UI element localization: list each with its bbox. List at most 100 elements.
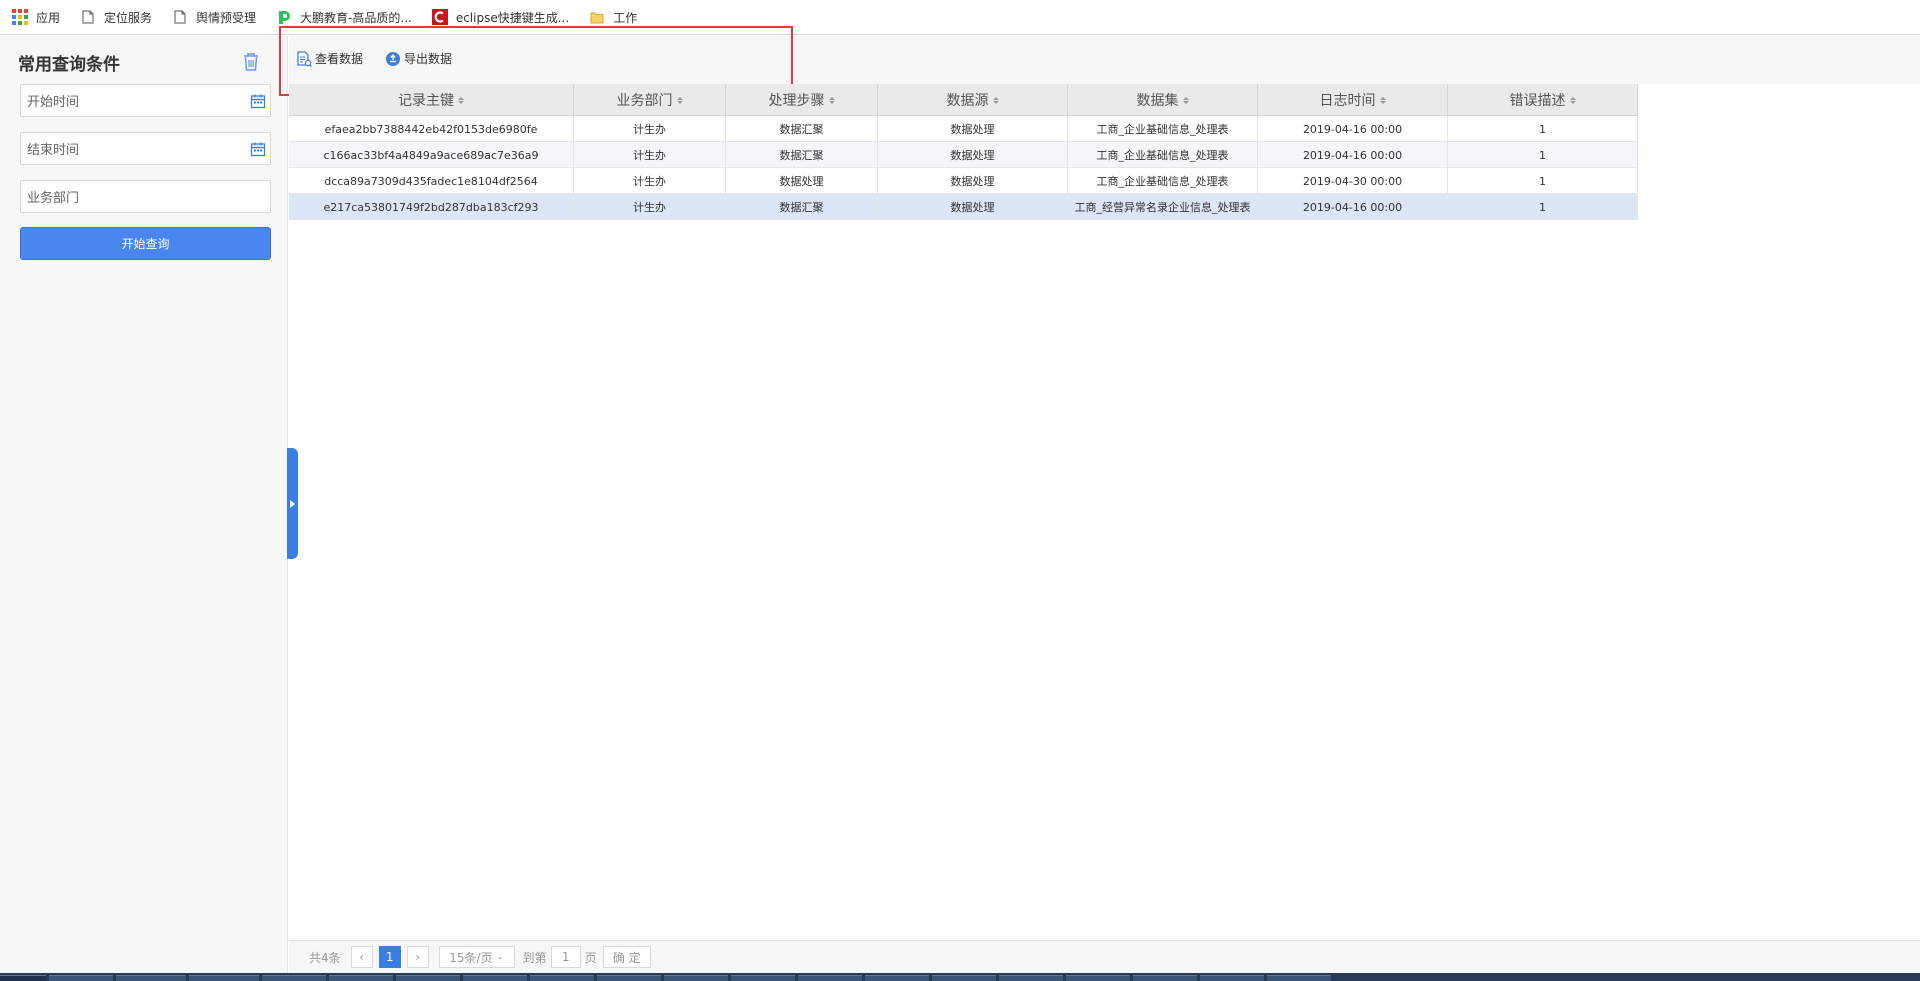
folder-icon (589, 9, 605, 25)
bookmark-label: eclipse快捷键生成... (455, 10, 570, 25)
page-size-value: 15条/页 (449, 950, 493, 965)
prev-page-button[interactable]: ‹ (350, 946, 373, 968)
confirm-button[interactable]: 确 定 (602, 946, 651, 968)
taskbar-app[interactable] (116, 975, 186, 981)
table-cell: 计生办 (574, 194, 726, 220)
column-header-log-time[interactable]: 日志时间 (1258, 84, 1448, 116)
department-placeholder: 业务部门 (27, 191, 80, 206)
page-icon (172, 9, 188, 25)
table-cell: dcca89a7309d435fadec1e8104df2564 (289, 168, 574, 194)
sidebar-title: 常用查询条件 (18, 55, 120, 75)
start-button[interactable] (0, 975, 46, 981)
table-cell: 数据处理 (726, 168, 878, 194)
table-cell: c166ac33bf4a4849a9ace689ac7e36a9 (289, 142, 574, 168)
taskbar-app[interactable] (396, 975, 460, 981)
taskbar-app[interactable] (329, 975, 393, 981)
end-time-placeholder: 结束时间 (27, 143, 80, 158)
table-cell: 数据汇聚 (726, 194, 878, 220)
taskbar-app[interactable] (49, 975, 113, 981)
table-header: 记录主键 业务部门 处理步骤 数据源 数据集 日志时间 错误描述 (289, 84, 1638, 116)
column-header-department[interactable]: 业务部门 (574, 84, 726, 116)
taskbar-app[interactable] (1267, 975, 1331, 981)
taskbar-app[interactable] (463, 975, 527, 981)
table-row-selected[interactable]: e217ca53801749f2bd287dba183cf293 计生办 数据汇… (289, 194, 1638, 220)
dapeng-logo-icon (276, 9, 292, 25)
taskbar-app[interactable] (731, 975, 795, 981)
goto-label: 到第 (522, 950, 547, 965)
taskbar-app[interactable] (1200, 975, 1264, 981)
department-field[interactable]: 业务部门 (20, 180, 271, 213)
page-suffix: 页 (584, 950, 597, 965)
page-1-button[interactable]: 1 (378, 946, 401, 968)
sort-icon (828, 96, 835, 104)
taskbar-app[interactable] (530, 975, 594, 981)
table-cell: 工商_企业基础信息_处理表 (1068, 168, 1258, 194)
bookmark-location-service[interactable]: 定位服务 (80, 0, 152, 35)
taskbar-app[interactable] (1133, 975, 1197, 981)
trash-icon[interactable] (242, 52, 260, 72)
table-cell: 数据汇聚 (726, 142, 878, 168)
column-header-step[interactable]: 处理步骤 (726, 84, 878, 116)
taskbar-app[interactable] (189, 975, 259, 981)
sort-icon (992, 96, 999, 104)
query-sidebar: 常用查询条件 开始时间 结束时间 业务部门 开始查询 (0, 36, 288, 973)
table-row[interactable]: dcca89a7309d435fadec1e8104df2564 计生办 数据处… (289, 168, 1638, 194)
table-cell: 计生办 (574, 168, 726, 194)
apps-grid-icon (12, 9, 28, 25)
taskbar-app[interactable] (262, 975, 326, 981)
table-cell: efaea2bb7388442eb42f0153de6980fe (289, 116, 574, 142)
table-row[interactable]: efaea2bb7388442eb42f0153de6980fe 计生办 数据汇… (289, 116, 1638, 142)
taskbar-app[interactable] (865, 975, 929, 981)
next-page-button[interactable]: › (406, 946, 429, 968)
start-time-field[interactable]: 开始时间 (20, 84, 271, 117)
bookmark-label: 应用 (36, 10, 61, 25)
table-cell: 2019-04-16 00:00 (1258, 116, 1448, 142)
sort-icon (1379, 96, 1386, 104)
table-cell: e217ca53801749f2bd287dba183cf293 (289, 194, 574, 220)
goto-page-input[interactable]: 1 (550, 946, 581, 968)
taskbar-app[interactable] (798, 975, 862, 981)
calendar-icon[interactable] (250, 141, 266, 157)
column-header-dataset[interactable]: 数据集 (1068, 84, 1258, 116)
taskbar-app[interactable] (1066, 975, 1130, 981)
sort-icon (458, 96, 464, 104)
bookmark-opinion[interactable]: 舆情预受理 (172, 0, 256, 35)
column-header-record-key[interactable]: 记录主键 (289, 84, 574, 116)
table-cell: 数据汇聚 (726, 116, 878, 142)
table-cell: 数据处理 (878, 142, 1068, 168)
start-query-button[interactable]: 开始查询 (20, 227, 271, 260)
chevron-down-icon: ⌄ (496, 952, 505, 962)
table-cell: 数据处理 (878, 194, 1068, 220)
taskbar-app[interactable] (597, 975, 661, 981)
c-logo-icon (431, 9, 448, 25)
table-cell: 工商_经营异常名录企业信息_处理表 (1068, 194, 1258, 220)
taskbar-app[interactable] (664, 975, 728, 981)
page-size-select[interactable]: 15条/页 ⌄ (438, 946, 515, 968)
sort-icon (1569, 96, 1576, 104)
bookmark-label: 大鹏教育-高品质的... (300, 10, 412, 25)
calendar-icon[interactable] (250, 93, 266, 109)
column-header-error[interactable]: 错误描述 (1448, 84, 1638, 116)
table-cell: 2019-04-16 00:00 (1258, 142, 1448, 168)
data-table: 记录主键 业务部门 处理步骤 数据源 数据集 日志时间 错误描述 efaea2b… (289, 84, 1638, 220)
table-cell: 数据处理 (878, 168, 1068, 194)
pagination: 共4条 ‹ 1 › 15条/页 ⌄ 到第 1 页 确 定 (289, 940, 1920, 973)
start-time-placeholder: 开始时间 (27, 95, 80, 110)
total-count: 共4条 (309, 950, 341, 965)
table-cell: 计生办 (574, 116, 726, 142)
end-time-field[interactable]: 结束时间 (20, 132, 271, 165)
table-cell: 数据处理 (878, 116, 1068, 142)
sidebar-collapse-handle[interactable] (287, 448, 298, 559)
table-row[interactable]: c166ac33bf4a4849a9ace689ac7e36a9 计生办 数据汇… (289, 142, 1638, 168)
taskbar-app[interactable] (932, 975, 996, 981)
column-header-source[interactable]: 数据源 (878, 84, 1068, 116)
taskbar-app[interactable] (999, 975, 1063, 981)
sort-icon (1182, 96, 1189, 104)
table-cell: 计生办 (574, 142, 726, 168)
bookmark-apps[interactable]: 应用 (12, 0, 60, 35)
expand-arrow-icon (290, 499, 295, 508)
sort-icon (676, 96, 683, 104)
os-taskbar (0, 973, 1920, 981)
bookmark-label: 舆情预受理 (196, 10, 257, 25)
table-cell: 1 (1448, 142, 1638, 168)
